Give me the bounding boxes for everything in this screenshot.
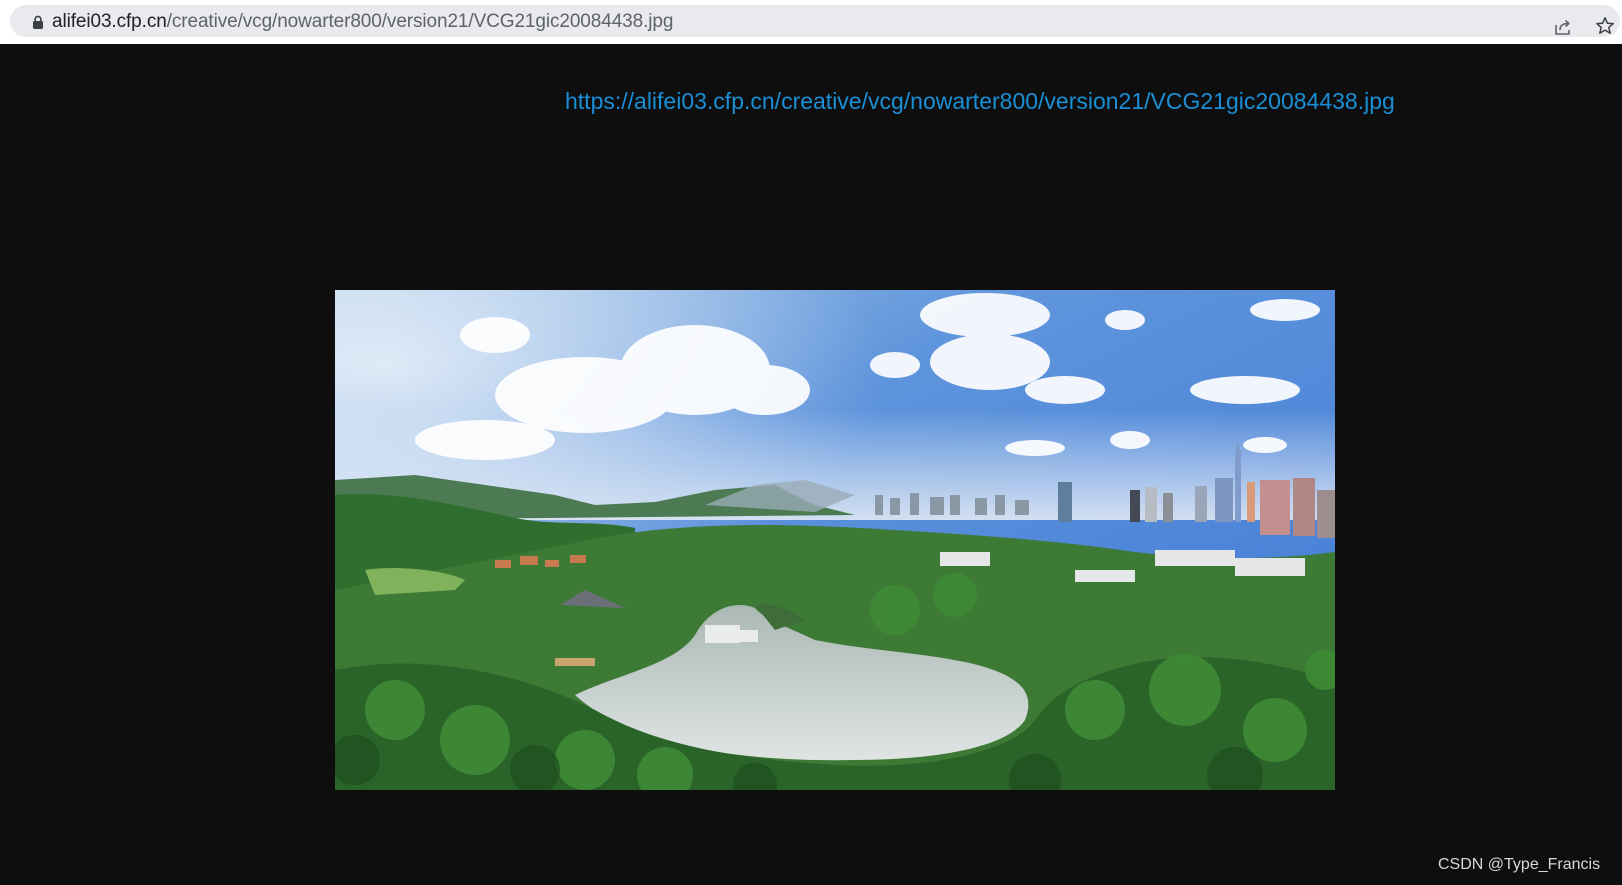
browser-toolbar: alifei03.cfp.cn/creative/vcg/nowarter800… [0, 0, 1622, 44]
image-url-link[interactable]: https://alifei03.cfp.cn/creative/vcg/now… [565, 87, 1395, 115]
address-bar[interactable]: alifei03.cfp.cn/creative/vcg/nowarter800… [10, 5, 1620, 37]
watermark: CSDN @Type_Francis [1438, 856, 1601, 873]
page-viewport: https://alifei03.cfp.cn/creative/vcg/now… [0, 44, 1622, 885]
url-path: /creative/vcg/nowarter800/version21/VCG2… [166, 11, 674, 32]
lock-icon[interactable] [32, 15, 44, 29]
url-text[interactable]: alifei03.cfp.cn/creative/vcg/nowarter800… [52, 11, 673, 33]
url-host: alifei03.cfp.cn [52, 11, 167, 32]
landscape-photo [335, 290, 1335, 790]
star-icon[interactable] [1595, 16, 1615, 36]
share-icon[interactable] [1553, 17, 1573, 37]
